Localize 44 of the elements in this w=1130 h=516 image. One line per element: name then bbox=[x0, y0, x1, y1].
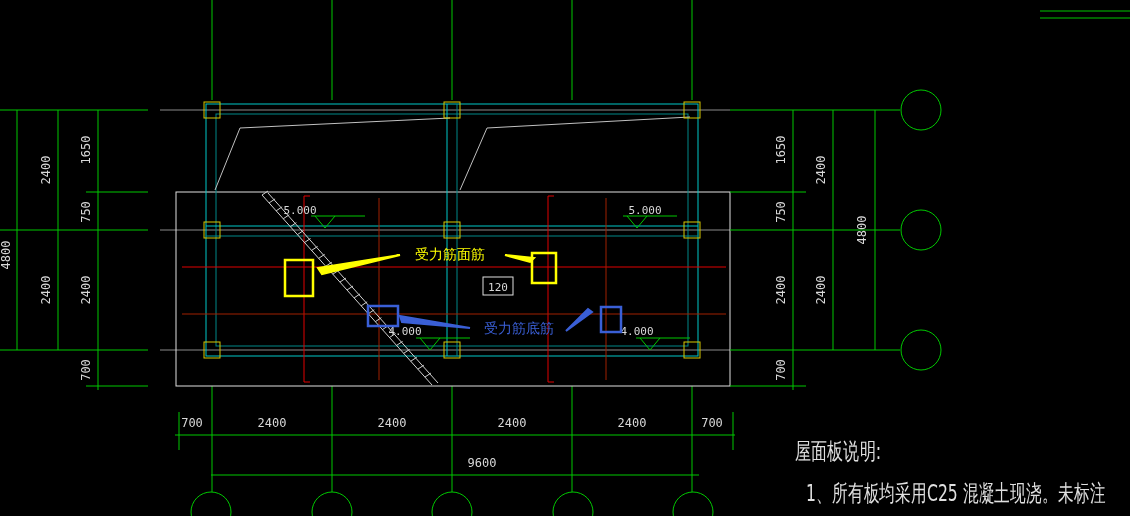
dimension-label: 700 bbox=[701, 416, 723, 430]
axis-bubble-icon bbox=[311, 491, 353, 516]
note-text: 1、所有板均采用C25 混凝土现浇。未标注 bbox=[806, 479, 1106, 507]
highlight-frame bbox=[366, 304, 400, 328]
axis-bubble-icon bbox=[900, 209, 942, 251]
elevation-label: 4.000 bbox=[620, 325, 654, 338]
elevation-label: 5.000 bbox=[283, 204, 317, 217]
axis-bubble-icon bbox=[672, 491, 714, 516]
slab-thickness-label: 120 bbox=[488, 281, 508, 294]
elevation-label: 4.000 bbox=[388, 325, 422, 338]
highlight-frame bbox=[599, 305, 623, 334]
dimension-label: 2400 bbox=[377, 416, 407, 430]
dimension-label: 2400 bbox=[79, 275, 93, 305]
axis-bubble-icon bbox=[900, 329, 942, 371]
dimension-label: 2400 bbox=[814, 275, 828, 305]
dimension-label: 700 bbox=[181, 416, 203, 430]
dimension-label: 4800 bbox=[855, 215, 869, 245]
notes-title: 屋面板说明: bbox=[795, 438, 882, 465]
dimension-label: 1650 bbox=[774, 135, 788, 165]
dimension-label: 700 bbox=[79, 359, 93, 381]
dimension-label: 2400 bbox=[617, 416, 647, 430]
dimension-label: 2400 bbox=[774, 275, 788, 305]
axis-bubble-icon bbox=[900, 89, 942, 131]
highlight-frame bbox=[283, 258, 315, 298]
elevation-label: 5.000 bbox=[628, 204, 662, 217]
axis-bubble-icon bbox=[431, 491, 473, 516]
dimension-label: 700 bbox=[774, 359, 788, 381]
dimension-label: 9600 bbox=[467, 456, 497, 470]
dimension-label: 4800 bbox=[0, 240, 13, 270]
pointer-arrow bbox=[504, 254, 537, 264]
highlight-frame bbox=[530, 251, 558, 285]
axis-bubble-icon bbox=[190, 491, 232, 516]
dimension-label: 750 bbox=[774, 201, 788, 223]
callout-label: 受力筋面筋 bbox=[415, 246, 485, 262]
axis-bubble-icon bbox=[552, 491, 594, 516]
dimension-label: 2400 bbox=[39, 275, 53, 305]
dimension-label: 750 bbox=[79, 201, 93, 223]
dimension-label: 2400 bbox=[497, 416, 527, 430]
dimension-label: 2400 bbox=[814, 155, 828, 185]
callout-label: 受力筋底筋 bbox=[484, 320, 554, 336]
dimension-label: 2400 bbox=[257, 416, 287, 430]
dimension-label: 2400 bbox=[39, 155, 53, 185]
dimension-label: 1650 bbox=[79, 135, 93, 165]
pointer-arrow bbox=[565, 307, 594, 332]
